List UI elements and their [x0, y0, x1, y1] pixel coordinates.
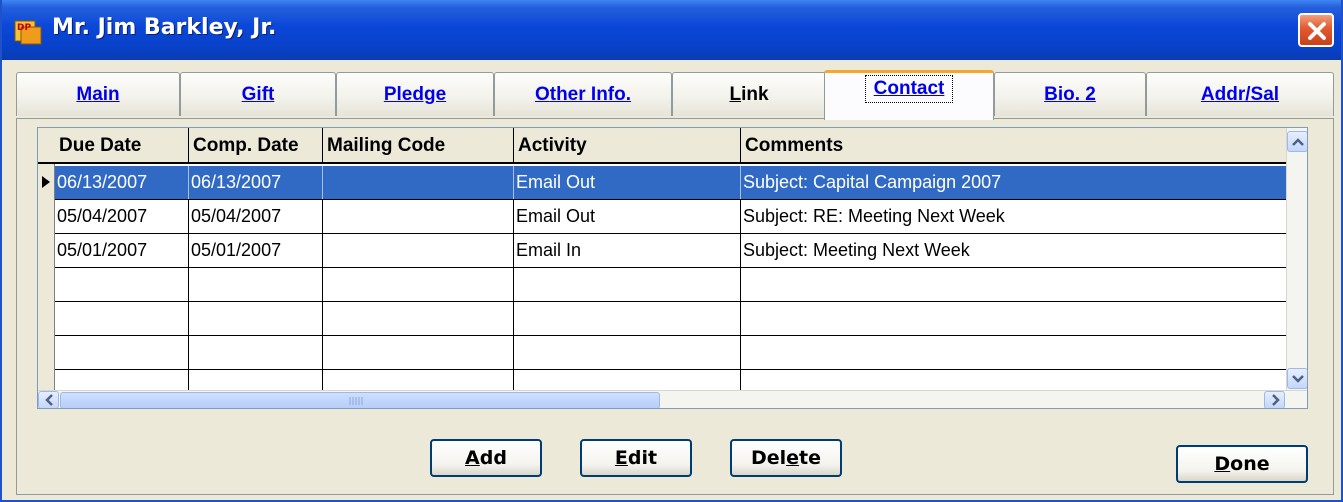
add-button[interactable]: Add — [430, 439, 542, 477]
cell-empty — [514, 302, 741, 335]
scroll-left-button[interactable] — [38, 391, 59, 408]
window-title: Mr. Jim Barkley, Jr. — [52, 15, 277, 40]
cell-empty — [514, 336, 741, 369]
grid-header: Due Date Comp. Date Mailing Code Activit… — [38, 128, 1286, 164]
row-indicator-column — [38, 128, 55, 408]
table-row-empty[interactable] — [55, 370, 1286, 390]
chevron-up-icon — [1292, 138, 1304, 146]
table-row-empty[interactable] — [55, 302, 1286, 336]
cell-empty — [55, 336, 189, 369]
column-header-comments[interactable]: Comments — [741, 128, 1286, 162]
delete-button[interactable]: Delete — [730, 439, 842, 477]
cell-empty — [189, 302, 323, 335]
contact-grid[interactable]: Due Date Comp. Date Mailing Code Activit… — [37, 127, 1308, 409]
close-button[interactable] — [1298, 13, 1334, 47]
scroll-up-button[interactable] — [1287, 131, 1307, 152]
cell-comp-date: 05/01/2007 — [189, 234, 323, 267]
cell-activity: Email Out — [514, 200, 741, 233]
cell-mailing-code — [323, 234, 514, 267]
cell-empty — [189, 268, 323, 301]
grip-icon — [349, 397, 363, 405]
cell-due-date: 05/04/2007 — [55, 200, 189, 233]
column-header-activity[interactable]: Activity — [514, 128, 741, 162]
close-icon — [1308, 22, 1326, 40]
cell-comments: Subject: RE: Meeting Next Week — [743, 206, 1005, 226]
title-bar[interactable]: DP Mr. Jim Barkley, Jr. — [2, 0, 1341, 60]
tab-addr-sal[interactable]: Addr/Sal — [1146, 72, 1334, 116]
cell-activity: Email Out — [514, 166, 741, 199]
tab-link[interactable]: Link — [672, 72, 826, 116]
column-header-comp-date[interactable]: Comp. Date — [189, 128, 323, 162]
tab-pledge[interactable]: Pledge — [336, 72, 494, 116]
tab-gift[interactable]: Gift — [180, 72, 336, 116]
horizontal-scrollbar[interactable] — [38, 390, 1307, 408]
tab-contact[interactable]: Contact — [824, 70, 994, 120]
table-row-empty[interactable] — [55, 268, 1286, 302]
done-button[interactable]: Done — [1176, 445, 1308, 483]
cell-comments: Subject: Capital Campaign 2007 — [743, 172, 1002, 192]
cell-empty — [323, 336, 514, 369]
tab-main[interactable]: Main — [16, 72, 180, 116]
cell-empty — [55, 302, 189, 335]
vertical-scrollbar[interactable] — [1286, 128, 1307, 390]
cell-mailing-code — [323, 166, 514, 199]
scroll-right-button[interactable] — [1264, 391, 1285, 408]
table-row[interactable]: 06/13/2007 06/13/2007 Email Out Subject:… — [55, 166, 1286, 200]
chevron-left-icon — [45, 394, 53, 406]
cell-empty — [189, 336, 323, 369]
table-row-empty[interactable] — [55, 336, 1286, 370]
cell-activity: Email In — [514, 234, 741, 267]
table-row[interactable]: 05/04/2007 05/04/2007 Email Out Subject:… — [55, 200, 1286, 234]
tab-bio-2[interactable]: Bio. 2 — [994, 72, 1146, 116]
cell-empty — [189, 370, 323, 390]
cell-comments: Subject: Meeting Next Week — [743, 240, 970, 260]
cell-empty — [514, 268, 741, 301]
column-header-mailing-code[interactable]: Mailing Code — [323, 128, 514, 162]
cell-comp-date: 05/04/2007 — [189, 200, 323, 233]
cell-due-date: 06/13/2007 — [55, 166, 189, 199]
cell-comp-date: 06/13/2007 — [189, 166, 323, 199]
table-row[interactable]: 05/01/2007 05/01/2007 Email In Subject: … — [55, 234, 1286, 268]
chevron-down-icon — [1292, 375, 1304, 383]
chevron-right-icon — [1272, 394, 1280, 406]
cell-empty — [514, 370, 741, 390]
column-header-due-date[interactable]: Due Date — [55, 128, 189, 162]
cell-empty — [323, 370, 514, 390]
cell-mailing-code — [323, 200, 514, 233]
cell-due-date: 05/01/2007 — [55, 234, 189, 267]
cell-empty — [55, 370, 189, 390]
contact-window: DP Mr. Jim Barkley, Jr. Main Gift Pledge… — [0, 0, 1343, 502]
horizontal-scroll-thumb[interactable] — [60, 392, 660, 408]
tab-other-info[interactable]: Other Info. — [494, 72, 672, 116]
cell-empty — [323, 302, 514, 335]
scroll-down-button[interactable] — [1287, 368, 1307, 389]
current-row-pointer-icon — [42, 176, 50, 188]
app-icon: DP — [14, 20, 42, 45]
svg-text:DP: DP — [17, 23, 31, 33]
edit-button[interactable]: Edit — [580, 439, 692, 477]
cell-empty — [55, 268, 189, 301]
tab-strip: Main Gift Pledge Other Info. Link Contac… — [16, 70, 1334, 120]
cell-empty — [323, 268, 514, 301]
